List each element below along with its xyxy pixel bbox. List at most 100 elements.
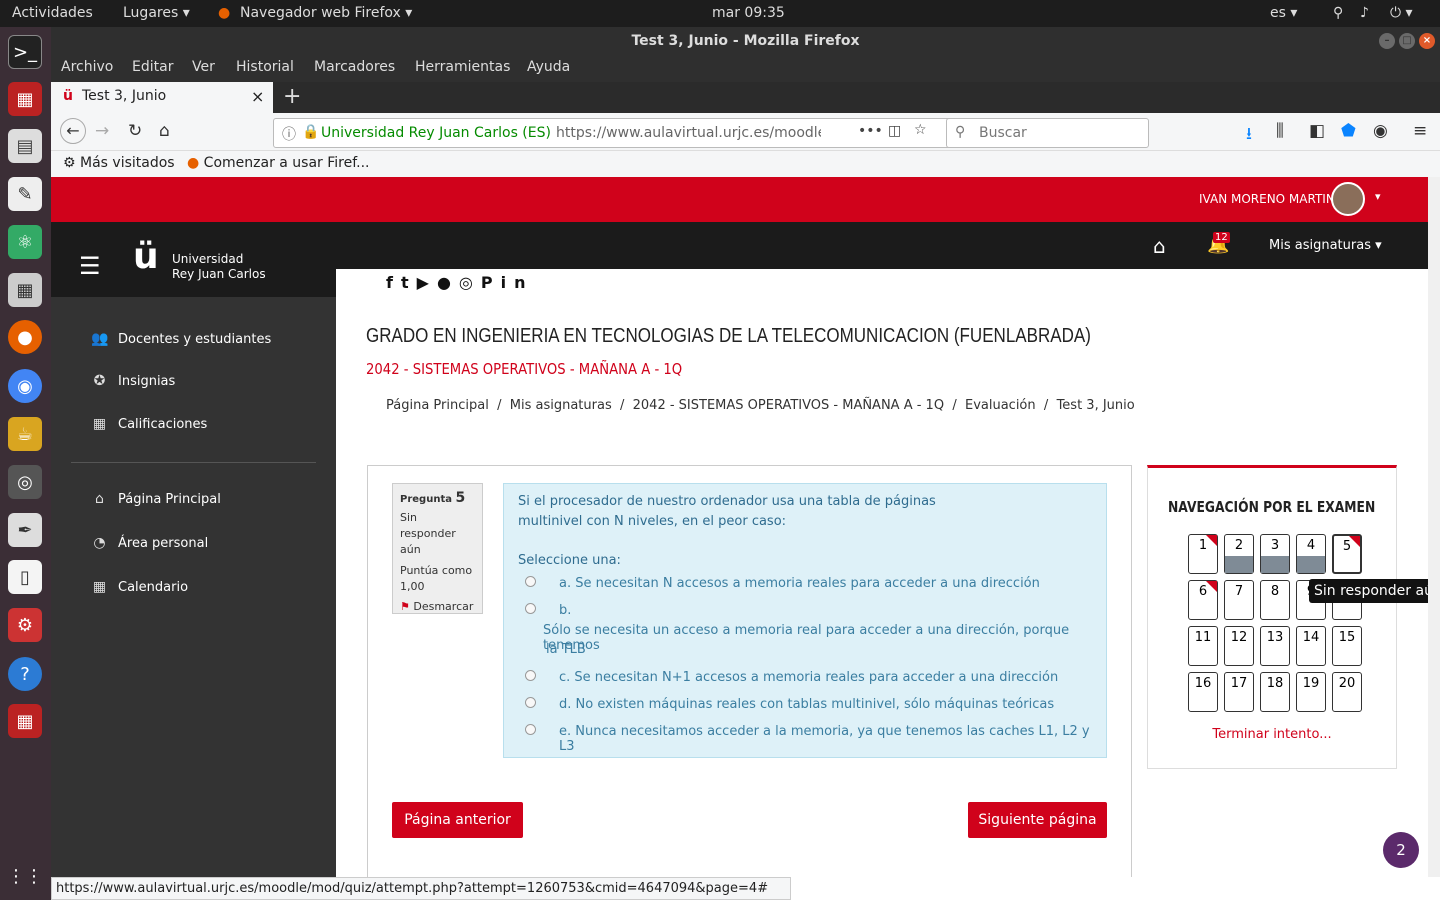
sidebar-item-badges[interactable]: ✪ Insignias bbox=[91, 373, 176, 389]
twitter-icon[interactable]: t bbox=[401, 273, 417, 292]
help-icon[interactable]: ? bbox=[8, 657, 42, 691]
bookmark-star-icon[interactable]: ☆ bbox=[914, 122, 927, 138]
clock[interactable]: mar 09:35 bbox=[712, 5, 785, 21]
getting-started-bookmark[interactable]: ● Comenzar a usar Firef... bbox=[187, 155, 370, 171]
quiz-nav-button[interactable]: 14 bbox=[1296, 626, 1326, 666]
option-e-radio[interactable] bbox=[525, 724, 536, 735]
files-icon[interactable]: ▤ bbox=[8, 129, 42, 163]
option-a[interactable]: a. Se necesitan N accesos a memoria real… bbox=[559, 576, 1040, 591]
menu-historial[interactable]: Historial bbox=[236, 59, 294, 75]
sidebar-item-home[interactable]: ⌂ Página Principal bbox=[91, 491, 221, 507]
courses-menu[interactable]: Mis asignaturas ▾ bbox=[1269, 238, 1382, 253]
power-icon[interactable]: ⏻ ▾ bbox=[1390, 5, 1413, 21]
flickr-icon[interactable]: ● bbox=[437, 273, 459, 292]
quiz-nav-button[interactable]: 15 bbox=[1332, 626, 1362, 666]
quiz-nav-button[interactable]: 17 bbox=[1224, 672, 1254, 712]
sidebar-item-dashboard[interactable]: ◔ Área personal bbox=[91, 535, 208, 551]
sidebar-item-calendar[interactable]: ▦ Calendario bbox=[91, 579, 188, 595]
flag-toggle[interactable]: ⚑ Desmarcar bbox=[400, 600, 475, 613]
breadcrumb-courses[interactable]: Mis asignaturas bbox=[510, 398, 612, 413]
download-icon[interactable]: ⭳ bbox=[1246, 121, 1252, 150]
option-b-text-2[interactable]: la TLB bbox=[546, 642, 586, 657]
quiz-nav-button[interactable]: 19 bbox=[1296, 672, 1326, 712]
close-window-icon[interactable]: × bbox=[1419, 33, 1435, 49]
home-icon[interactable]: ⌂ bbox=[159, 121, 170, 141]
network-icon[interactable]: ⚲ bbox=[1333, 5, 1343, 21]
text-editor-icon[interactable]: ✎ bbox=[8, 177, 42, 211]
app-icon[interactable]: ▦ bbox=[8, 82, 42, 116]
option-c[interactable]: c. Se necesitan N+1 accesos a memoria re… bbox=[559, 670, 1058, 685]
user-menu-chevron-icon[interactable]: ▾ bbox=[1375, 190, 1381, 203]
menu-herramientas[interactable]: Herramientas bbox=[415, 59, 510, 75]
maximize-icon[interactable]: □ bbox=[1399, 33, 1415, 49]
hamburger-menu-icon[interactable]: ≡ bbox=[1413, 121, 1427, 141]
next-page-button[interactable]: Siguiente página bbox=[968, 802, 1107, 838]
pinterest-icon[interactable]: P bbox=[481, 273, 501, 292]
account-icon[interactable]: ◉ bbox=[1373, 121, 1388, 141]
calculator-icon[interactable]: ▦ bbox=[8, 273, 42, 307]
app2-icon[interactable]: ▦ bbox=[8, 704, 42, 738]
menu-ayuda[interactable]: Ayuda bbox=[527, 59, 570, 75]
option-a-radio[interactable] bbox=[525, 576, 536, 587]
previous-page-button[interactable]: Página anterior bbox=[392, 802, 523, 838]
option-b-radio[interactable] bbox=[525, 603, 536, 614]
page-actions-icon[interactable]: ••• bbox=[858, 123, 883, 139]
tab-active[interactable]: ü Test 3, Junio × bbox=[51, 82, 273, 113]
site-identity[interactable]: Universidad Rey Juan Carlos (ES) bbox=[321, 125, 551, 141]
user-name[interactable]: IVAN MORENO MARTIN bbox=[1199, 192, 1335, 206]
youtube-icon[interactable]: ▶ bbox=[417, 273, 437, 292]
option-d[interactable]: d. No existen máquinas reales con tablas… bbox=[559, 697, 1054, 712]
url-text[interactable]: https://www.aulavirtual.urjc.es/moodle bbox=[556, 125, 821, 141]
reload-icon[interactable]: ↻ bbox=[128, 121, 142, 141]
page-scrollbar[interactable] bbox=[1428, 177, 1440, 877]
option-b[interactable]: b. bbox=[559, 603, 571, 618]
quiz-nav-button[interactable]: 2 bbox=[1224, 534, 1254, 574]
quiz-nav-button[interactable]: 3 bbox=[1260, 534, 1290, 574]
url-bar[interactable]: ⓘ 🔒 Universidad Rey Juan Carlos (ES) htt… bbox=[273, 118, 993, 148]
terminal-icon[interactable]: >_ bbox=[8, 35, 42, 69]
instagram-icon[interactable]: ◎ bbox=[459, 273, 481, 292]
breadcrumb-test[interactable]: Test 3, Junio bbox=[1057, 398, 1135, 413]
quiz-nav-button[interactable]: 5 bbox=[1332, 534, 1362, 574]
firefox-dock-icon[interactable]: ● bbox=[8, 320, 42, 354]
menu-editar[interactable]: Editar bbox=[132, 59, 173, 75]
activities-button[interactable]: Actividades bbox=[12, 5, 93, 21]
hamburger-icon[interactable]: ☰ bbox=[79, 252, 101, 280]
sidebar-icon[interactable]: ◧ bbox=[1309, 121, 1325, 141]
sidebar-item-participants[interactable]: 👥 Docentes y estudiantes bbox=[91, 331, 271, 347]
quiz-nav-button[interactable]: 11 bbox=[1188, 626, 1218, 666]
finish-attempt-link[interactable]: Terminar intento... bbox=[1148, 727, 1396, 742]
info-icon[interactable]: ⓘ bbox=[282, 124, 296, 144]
most-visited-bookmark[interactable]: ⚙ Más visitados bbox=[63, 155, 175, 171]
inkscape-icon[interactable]: ✒ bbox=[8, 513, 42, 547]
atom-icon[interactable]: ⚛ bbox=[8, 225, 42, 259]
minimize-icon[interactable]: – bbox=[1379, 33, 1395, 49]
urjc-logo-icon[interactable]: ü bbox=[133, 236, 159, 277]
teapot-icon[interactable]: ☕ bbox=[8, 417, 42, 451]
quiz-nav-button[interactable]: 12 bbox=[1224, 626, 1254, 666]
quiz-nav-button[interactable]: 7 bbox=[1224, 580, 1254, 620]
quiz-nav-button[interactable]: 4 bbox=[1296, 534, 1326, 574]
home-nav-icon[interactable]: ⌂ bbox=[1153, 234, 1166, 258]
option-b-text-1[interactable]: Sólo se necesita un acceso a memoria rea… bbox=[543, 623, 1106, 653]
gimp-icon[interactable]: ◎ bbox=[8, 465, 42, 499]
chat-badge[interactable]: 2 bbox=[1383, 832, 1419, 868]
quiz-nav-button[interactable]: 16 bbox=[1188, 672, 1218, 712]
linkedin-icon[interactable]: in bbox=[501, 273, 534, 292]
quiz-nav-button[interactable]: 13 bbox=[1260, 626, 1290, 666]
menu-ver[interactable]: Ver bbox=[192, 59, 215, 75]
places-menu[interactable]: Lugares ▾ bbox=[123, 5, 190, 21]
avatar[interactable] bbox=[1331, 182, 1365, 216]
quiz-nav-button[interactable]: 1 bbox=[1188, 534, 1218, 574]
option-d-radio[interactable] bbox=[525, 697, 536, 708]
quiz-nav-button[interactable]: 20 bbox=[1332, 672, 1362, 712]
library-icon[interactable]: ⫼ bbox=[1276, 121, 1284, 141]
menu-archivo[interactable]: Archivo bbox=[61, 59, 113, 75]
chrome-icon[interactable]: ◉ bbox=[8, 369, 42, 403]
quiz-nav-button[interactable]: 18 bbox=[1260, 672, 1290, 712]
quiz-nav-button[interactable]: 8 bbox=[1260, 580, 1290, 620]
option-c-radio[interactable] bbox=[525, 670, 536, 681]
breadcrumb-course[interactable]: 2042 - SISTEMAS OPERATIVOS - MAÑANA A - … bbox=[633, 398, 944, 413]
back-icon[interactable]: ← bbox=[60, 118, 86, 144]
volume-icon[interactable]: ♪ bbox=[1360, 5, 1369, 21]
